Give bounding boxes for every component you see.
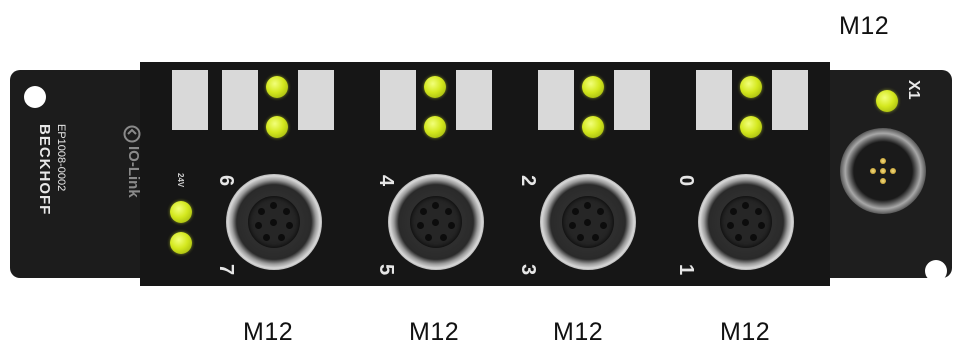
m12-socket-port-67 xyxy=(226,174,322,270)
label-plate xyxy=(538,70,574,130)
m12-label-x1: M12 xyxy=(839,12,890,40)
m12-socket-port-45 xyxy=(388,174,484,270)
m12-label-port-23: M12 xyxy=(553,318,604,346)
io-link-box-module: BECKHOFF EP1008-0002 IO-Link 24V 6 7 4 5… xyxy=(10,62,952,286)
label-plate xyxy=(772,70,808,130)
port-number-bottom: 7 xyxy=(215,263,238,276)
port-number-top: 2 xyxy=(517,174,540,187)
io-link-logo-icon xyxy=(123,125,141,143)
io-link-logo-text: IO-Link xyxy=(125,146,142,198)
x1-label: X1 xyxy=(905,80,922,100)
port-number-top: 4 xyxy=(375,174,398,187)
label-plate xyxy=(298,70,334,130)
socket-face xyxy=(720,196,772,248)
status-led xyxy=(740,76,762,98)
label-plate xyxy=(222,70,258,130)
label-plate xyxy=(614,70,650,130)
product-photo: M12 M12 M12 M12 M12 BECKHOFF EP1008-0002… xyxy=(0,0,957,350)
m12-label-port-01: M12 xyxy=(720,318,771,346)
status-led xyxy=(740,116,762,138)
label-plate xyxy=(456,70,492,130)
m12-label-port-45: M12 xyxy=(409,318,460,346)
m12-plug-x1 xyxy=(840,128,926,214)
status-led xyxy=(266,76,288,98)
status-led xyxy=(424,76,446,98)
port-number-top: 0 xyxy=(675,174,698,187)
port-number-bottom: 1 xyxy=(675,263,698,276)
port-number-bottom: 5 xyxy=(375,263,398,276)
port-number-top: 6 xyxy=(215,174,238,187)
status-led xyxy=(266,116,288,138)
socket-face xyxy=(562,196,614,248)
label-plate xyxy=(172,70,208,130)
mounting-hole-right xyxy=(925,260,947,282)
socket-face xyxy=(248,196,300,248)
supply-voltage-label: 24V xyxy=(176,173,185,188)
mounting-hole-left xyxy=(24,86,46,108)
label-plate xyxy=(696,70,732,130)
label-plate xyxy=(380,70,416,130)
socket-face xyxy=(410,196,462,248)
brand-logo: BECKHOFF xyxy=(36,124,53,216)
m12-label-port-67: M12 xyxy=(243,318,294,346)
status-led xyxy=(424,116,446,138)
x1-status-led xyxy=(876,90,898,112)
supply-led-1 xyxy=(170,201,192,223)
port-number-bottom: 3 xyxy=(517,263,540,276)
m12-socket-port-01 xyxy=(698,174,794,270)
status-led xyxy=(582,76,604,98)
m12-socket-port-23 xyxy=(540,174,636,270)
model-number: EP1008-0002 xyxy=(55,124,67,192)
status-led xyxy=(582,116,604,138)
supply-led-2 xyxy=(170,232,192,254)
